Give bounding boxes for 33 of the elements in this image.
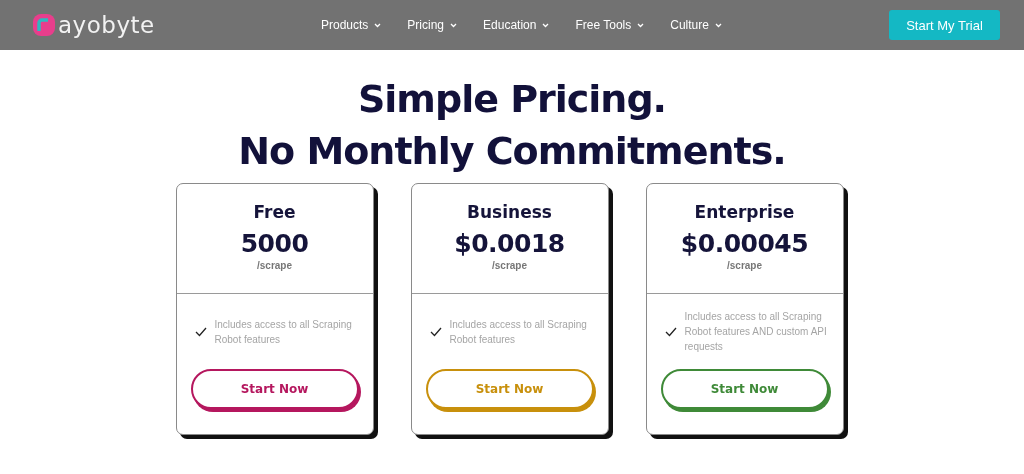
plan-price: $0.00045 [680,229,809,258]
nav-item[interactable]: Products [321,18,382,32]
start-trial-button[interactable]: Start My Trial [889,10,1000,40]
feature-text: Includes access to all Scraping Robot features AND custom API requests [684,310,828,354]
chevron-down-icon [714,22,722,28]
start-now-button[interactable]: Start Now [660,369,829,409]
nav-item[interactable]: Free Tools [575,18,645,32]
headline: Simple Pricing. [357,76,667,123]
plan-price: 5000 [240,229,309,258]
plan-price: $0.0018 [454,229,565,258]
check-icon [194,326,207,337]
nav-item[interactable]: Education [483,18,550,32]
check-icon [429,326,442,337]
feature-text: Includes access to all Scraping Robot features [214,317,353,347]
start-now-button[interactable]: Start Now [190,369,359,409]
chevron-down-icon [450,22,458,28]
headline: No Monthly Commitments. [238,128,786,175]
price-unit: /scrape [727,260,762,271]
chevron-down-icon [542,22,550,28]
price-unit: /scrape [492,260,527,271]
check-icon [664,326,677,337]
plan-name: Enterprise [694,202,795,222]
plan-name: Free [253,202,296,222]
logo-text[interactable]: ayobyte [58,12,155,38]
plan-name: Business [467,202,552,222]
start-now-button[interactable]: Start Now [425,369,594,409]
price-unit: /scrape [257,260,292,271]
chevron-down-icon [374,22,382,28]
logo-icon [33,14,55,36]
feature-text: Includes access to all Scraping Robot features [449,317,588,347]
chevron-down-icon [637,22,645,28]
nav-item[interactable]: Pricing [407,18,458,32]
nav-item[interactable]: Culture [670,18,722,32]
